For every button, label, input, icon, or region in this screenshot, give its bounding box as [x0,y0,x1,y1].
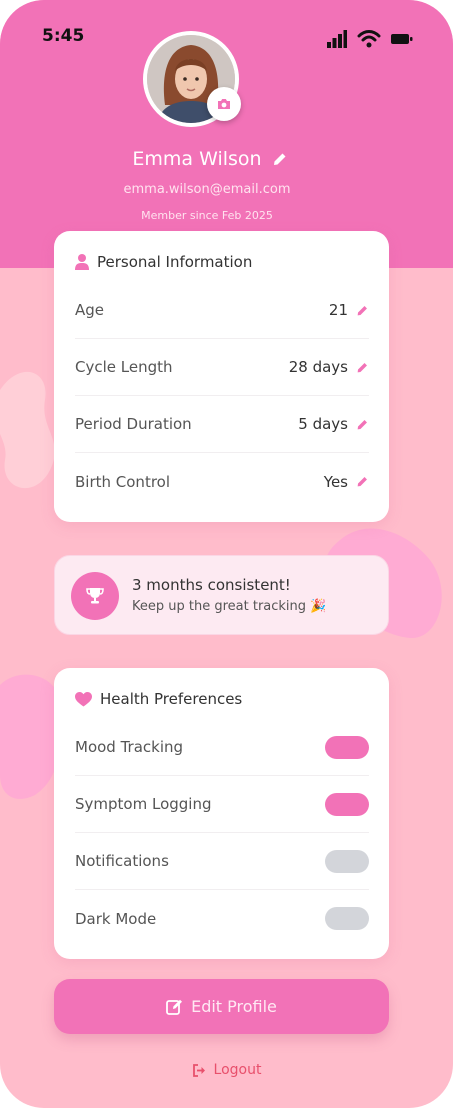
health-preferences-card: Health Preferences Mood Tracking Symptom… [54,668,389,959]
health-preferences-title: Health Preferences [100,690,243,708]
edit-profile-button[interactable]: Edit Profile [54,979,389,1034]
profile-email: emma.wilson@email.com [123,182,291,197]
status-time: 5:45 [42,26,85,46]
info-value: 21 [328,301,348,319]
dark-mode-toggle[interactable] [325,907,369,930]
info-label: Birth Control [75,472,171,491]
person-icon [75,254,89,270]
info-row-cycle-length[interactable]: Cycle Length 28 days [75,339,369,396]
achievement-banner: 3 months consistent! Keep up the great t… [54,555,389,635]
avatar-container [143,31,241,127]
profile-name: Emma Wilson [132,148,262,170]
info-row-birth-control[interactable]: Birth Control Yes [75,453,369,510]
logout-link[interactable]: Logout [0,1062,453,1078]
pencil-icon[interactable] [356,418,369,431]
personal-info-title: Personal Information [97,253,253,271]
info-label: Cycle Length [75,358,173,376]
pref-row-notifications: Notifications [75,833,369,890]
edit-square-icon [166,999,183,1015]
phone-screen: 5:45 Emma Wilson emma.wilson@email.com M… [0,0,453,1108]
info-value: 28 days [288,358,348,376]
health-preferences-header: Health Preferences [75,690,242,708]
edit-name-icon[interactable] [272,151,288,167]
camera-icon [218,99,230,109]
name-row: Emma Wilson [0,148,420,170]
edit-profile-label: Edit Profile [191,997,277,1016]
info-label: Period Duration [75,415,192,433]
info-row-age[interactable]: Age 21 [75,282,369,339]
pref-label: Mood Tracking [75,738,184,756]
pref-label: Symptom Logging [75,795,212,813]
info-row-period-duration[interactable]: Period Duration 5 days [75,396,369,453]
change-photo-button[interactable] [207,87,241,121]
signal-icon [327,30,347,48]
achievement-title: 3 months consistent! [132,576,291,594]
pref-row-symptom-logging: Symptom Logging [75,776,369,833]
pref-label: Dark Mode [75,909,157,928]
pencil-icon[interactable] [356,475,369,488]
trophy-badge [71,572,119,620]
achievement-subtitle: Keep up the great tracking 🎉 [132,599,327,614]
wifi-icon [357,30,381,48]
pencil-icon[interactable] [356,361,369,374]
personal-info-header: Personal Information [75,253,252,271]
info-value: 5 days [298,415,348,433]
trophy-icon [86,588,104,604]
info-label: Age [75,301,105,319]
status-icons [327,30,413,48]
mood-tracking-toggle[interactable] [325,735,369,759]
pencil-icon[interactable] [356,304,369,317]
heart-icon [75,691,92,706]
pref-label: Notifications [75,852,169,870]
logout-label: Logout [213,1062,262,1078]
notifications-toggle[interactable] [325,849,369,873]
personal-info-card: Personal Information Age 21 Cycle Length… [54,231,389,522]
symptom-logging-toggle[interactable] [325,792,369,816]
logout-icon [192,1063,205,1077]
pref-row-dark-mode: Dark Mode [75,890,369,947]
battery-icon [391,34,413,44]
member-since: Member since Feb 2025 [141,209,273,222]
info-value: Yes [323,472,348,491]
pref-row-mood-tracking: Mood Tracking [75,719,369,776]
